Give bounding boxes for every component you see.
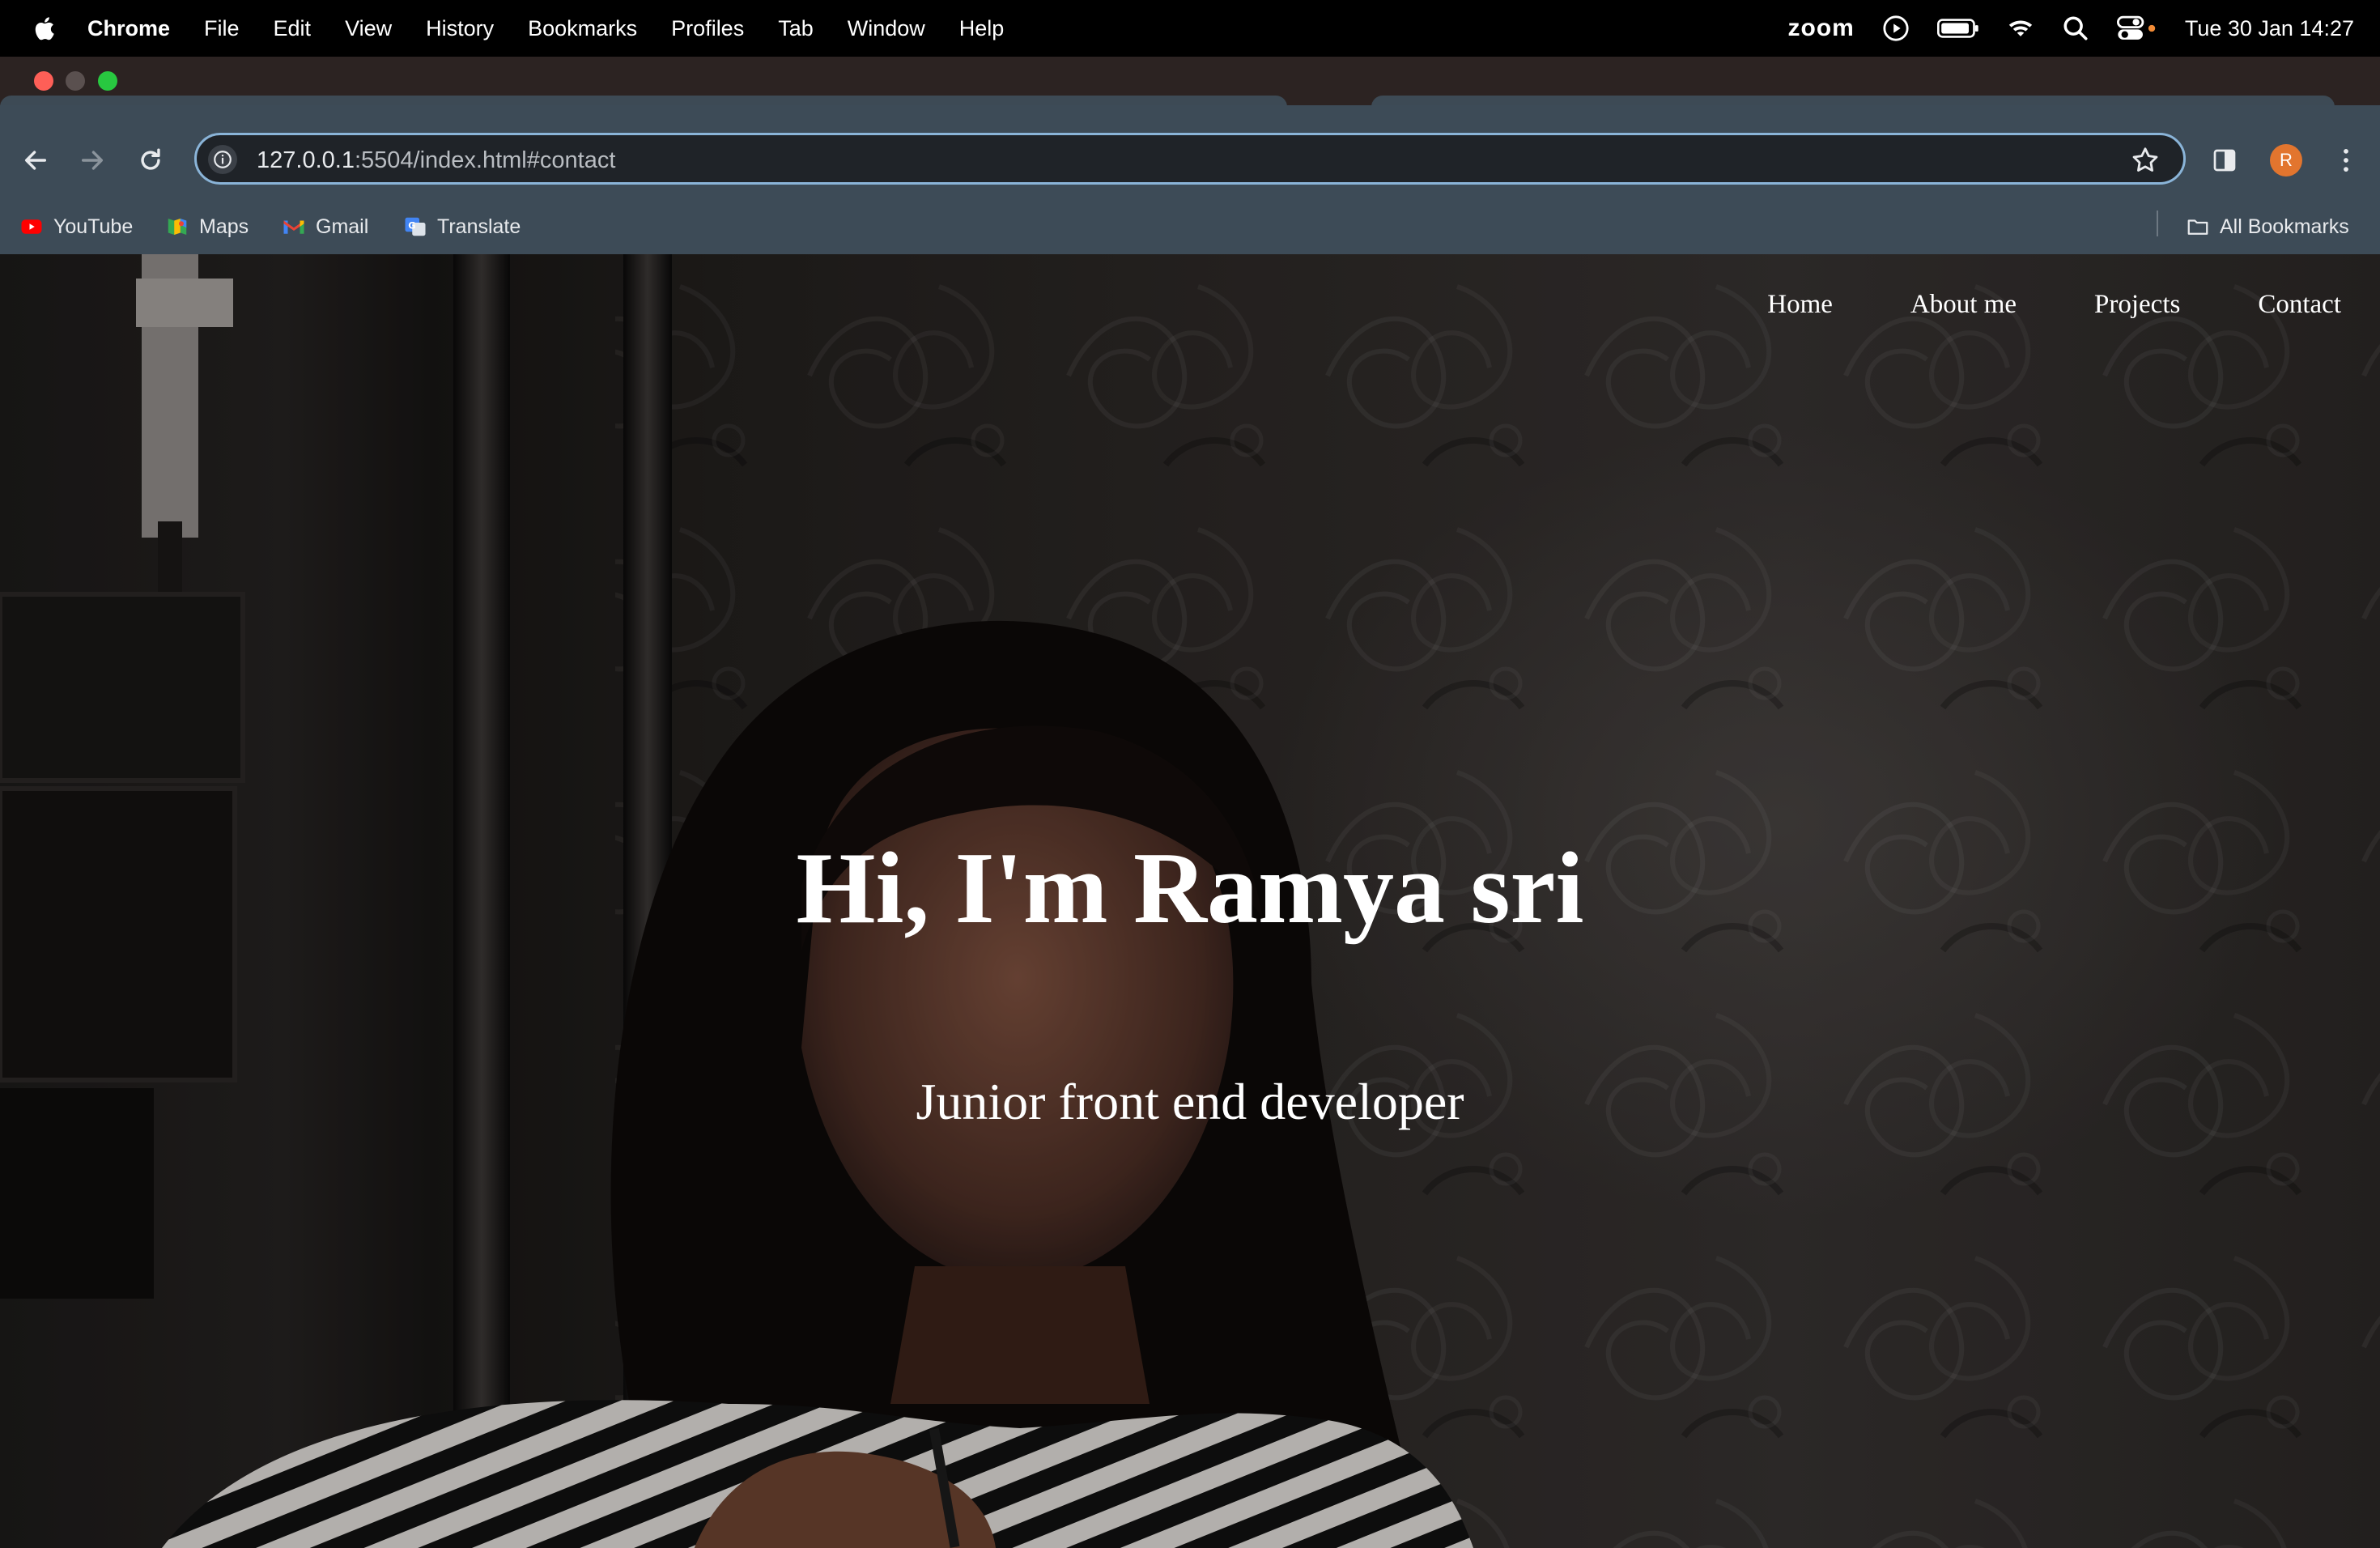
menu-help[interactable]: Help bbox=[959, 16, 1005, 41]
more-options-icon[interactable] bbox=[2333, 144, 2359, 176]
apple-menu-icon[interactable] bbox=[32, 15, 55, 42]
bookmarks-bar: YouTube Maps Gmail G Translate All Bookm… bbox=[0, 202, 2380, 254]
menu-history[interactable]: History bbox=[426, 16, 494, 41]
menu-edit[interactable]: Edit bbox=[274, 16, 312, 41]
nav-home-link[interactable]: Home bbox=[1767, 290, 1833, 320]
bookmark-gmail-label: Gmail bbox=[316, 215, 369, 238]
back-arrow-icon bbox=[24, 151, 47, 170]
zoom-status-item[interactable]: zoom bbox=[1788, 15, 1855, 42]
window-maximize-button[interactable] bbox=[98, 71, 117, 91]
menu-file[interactable]: File bbox=[204, 16, 240, 41]
forward-arrow-icon bbox=[81, 151, 104, 170]
bookmarks-divider bbox=[2157, 211, 2158, 236]
bookmark-maps-label: Maps bbox=[199, 215, 249, 238]
bookmark-youtube[interactable]: YouTube bbox=[19, 212, 133, 241]
nav-projects-link[interactable]: Projects bbox=[2094, 290, 2180, 320]
bookmark-translate-label: Translate bbox=[437, 215, 521, 238]
menu-app-name[interactable]: Chrome bbox=[87, 16, 170, 41]
back-button[interactable] bbox=[18, 142, 53, 178]
url-path: :5504/index.html#contact bbox=[354, 147, 616, 173]
bookmark-maps[interactable]: Maps bbox=[165, 212, 249, 241]
reload-icon bbox=[141, 148, 160, 170]
bookmark-star-icon[interactable] bbox=[2130, 145, 2161, 176]
nav-contact-link[interactable]: Contact bbox=[2258, 290, 2341, 320]
window-minimize-button[interactable] bbox=[66, 71, 85, 91]
all-bookmarks-label: All Bookmarks bbox=[2220, 215, 2349, 238]
menu-window[interactable]: Window bbox=[848, 16, 925, 41]
url-host: 127.0.0.1 bbox=[257, 147, 355, 173]
spotlight-search-icon[interactable] bbox=[2062, 15, 2089, 42]
hero-title: Hi, I'm Ramya sri bbox=[796, 832, 1584, 945]
bookmark-youtube-label: YouTube bbox=[53, 215, 134, 238]
site-info-icon[interactable] bbox=[208, 145, 237, 174]
nav-about-link[interactable]: About me bbox=[1910, 290, 2017, 320]
battery-icon[interactable] bbox=[1936, 15, 1979, 42]
gmail-icon bbox=[282, 215, 306, 239]
menu-clock[interactable]: Tue 30 Jan 14:27 bbox=[2185, 16, 2354, 41]
menu-profiles[interactable]: Profiles bbox=[671, 16, 744, 41]
portfolio-hero-section: Home About me Projects Contact Hi, I'm R… bbox=[0, 254, 2380, 1548]
address-bar[interactable]: 127.0.0.1:5504/index.html#contact bbox=[194, 133, 2186, 185]
url-text[interactable]: 127.0.0.1:5504/index.html#contact bbox=[257, 147, 615, 174]
translate-icon: G bbox=[403, 215, 427, 239]
bookmark-gmail[interactable]: Gmail bbox=[282, 212, 368, 241]
youtube-icon bbox=[19, 215, 44, 239]
menu-bookmarks[interactable]: Bookmarks bbox=[528, 16, 637, 41]
profile-avatar[interactable]: R bbox=[2270, 144, 2302, 176]
control-center-icon[interactable] bbox=[2116, 15, 2157, 42]
hero-subtitle: Junior front end developer bbox=[916, 1073, 1464, 1130]
macos-menu-bar: Chrome File Edit View History Bookmarks … bbox=[0, 0, 2380, 57]
side-panel-icon[interactable] bbox=[2212, 147, 2238, 173]
browser-toolbar: 127.0.0.1:5504/index.html#contact R bbox=[0, 105, 2380, 215]
all-bookmarks-button[interactable]: All Bookmarks bbox=[2186, 212, 2349, 241]
wifi-icon[interactable] bbox=[2007, 15, 2034, 42]
svg-text:G: G bbox=[408, 221, 415, 232]
window-close-button[interactable] bbox=[34, 71, 53, 91]
play-icon[interactable] bbox=[1882, 15, 1910, 42]
maps-icon bbox=[165, 215, 189, 239]
menu-tab[interactable]: Tab bbox=[778, 16, 814, 41]
reload-button[interactable] bbox=[133, 142, 168, 178]
folder-icon bbox=[2186, 215, 2210, 239]
bookmark-translate[interactable]: G Translate bbox=[403, 212, 521, 241]
menu-view[interactable]: View bbox=[345, 16, 392, 41]
forward-button[interactable] bbox=[74, 142, 110, 178]
site-navigation: Home About me Projects Contact bbox=[1767, 290, 2341, 320]
